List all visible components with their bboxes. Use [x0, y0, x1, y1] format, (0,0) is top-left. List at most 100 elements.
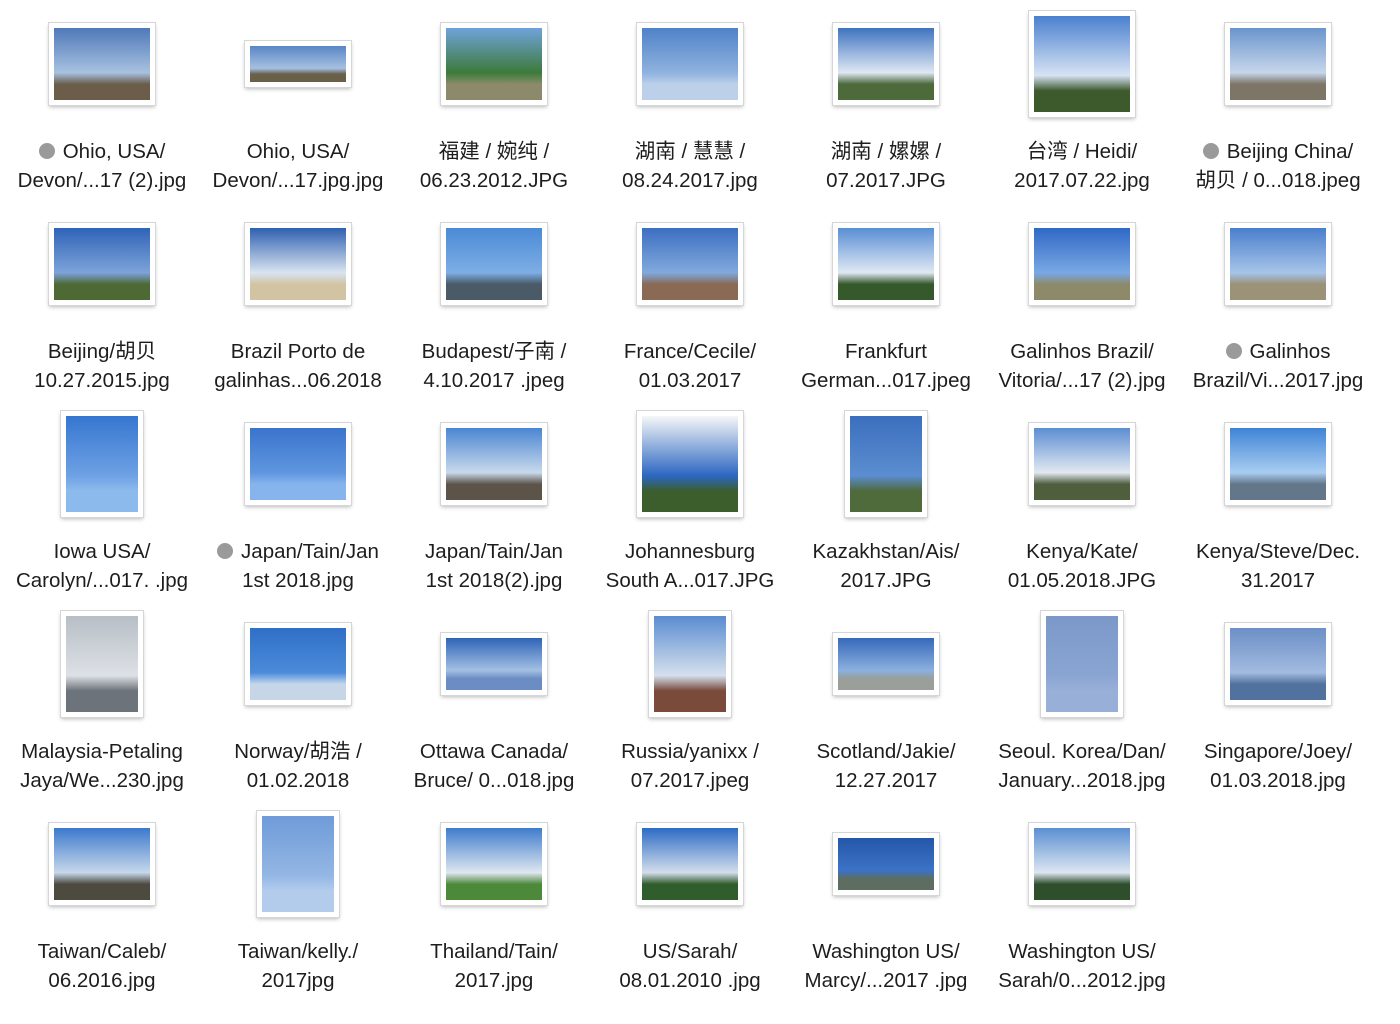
thumbnail-frame	[200, 404, 396, 524]
file-name-line-2: 31.2017	[1240, 568, 1316, 592]
image-thumbnail[interactable]	[257, 811, 339, 917]
image-thumbnail[interactable]	[1225, 223, 1331, 305]
image-thumbnail[interactable]	[649, 611, 731, 717]
thumbnail-frame	[1180, 204, 1376, 324]
image-thumbnail[interactable]	[1225, 423, 1331, 505]
file-item[interactable]: Thailand/Tain/2017.jpg	[396, 804, 592, 1004]
image-thumbnail[interactable]	[1029, 11, 1135, 117]
file-item[interactable]: 福建 / 婉纯 / 06.23.2012.JPG	[396, 4, 592, 204]
image-thumbnail[interactable]	[845, 411, 927, 517]
image-thumbnail[interactable]	[245, 623, 351, 705]
file-item[interactable]: Iowa USA/Carolyn/...017. .jpg	[4, 404, 200, 604]
image-thumbnail[interactable]	[441, 23, 547, 105]
image-thumbnail[interactable]	[1029, 423, 1135, 505]
image-thumbnail[interactable]	[441, 633, 547, 695]
file-item[interactable]: Kazakhstan/Ais/2017.JPG	[788, 404, 984, 604]
file-item[interactable]: 湖南 / 嫘嫘 / 07.2017.JPG	[788, 4, 984, 204]
file-item[interactable]: Japan/Tain/Jan 1st 2018.jpg	[200, 404, 396, 604]
file-item[interactable]: Kenya/Kate/01.05.2018.JPG	[984, 404, 1180, 604]
file-item[interactable]: Frankfurt German...017.jpeg	[788, 204, 984, 404]
image-thumbnail[interactable]	[441, 423, 547, 505]
file-name-line-1: Beijing China/	[1184, 138, 1372, 167]
image-thumbnail[interactable]	[637, 23, 743, 105]
image-thumbnail[interactable]	[833, 223, 939, 305]
image-thumbnail[interactable]	[833, 833, 939, 895]
image-thumbnail[interactable]	[1029, 223, 1135, 305]
file-item[interactable]: Seoul. Korea/Dan/January...2018.jpg	[984, 604, 1180, 804]
file-item[interactable]: Kenya/Steve/Dec. 31.2017	[1180, 404, 1376, 604]
file-item[interactable]: Russia/yanixx / 07.2017.jpeg	[592, 604, 788, 804]
file-name-line-2: 2017.jpg	[454, 968, 534, 992]
file-name-line-2: Jaya/We...230.jpg	[20, 768, 184, 792]
file-item[interactable]: Beijing/胡贝 10.27.2015.jpg	[4, 204, 200, 404]
image-thumbnail[interactable]	[49, 823, 155, 905]
thumbnail-frame	[1180, 604, 1376, 724]
file-name-label: Beijing China/胡贝 / 0...018.jpeg	[1184, 138, 1372, 195]
file-name-label: Washington US/Sarah/0...2012.jpg	[988, 938, 1176, 995]
file-item[interactable]: Taiwan/Caleb/06.2016.jpg	[4, 804, 200, 1004]
file-name-line-2: 07.2017.JPG	[826, 168, 946, 192]
file-item[interactable]: Johannesburg South A...017.JPG	[592, 404, 788, 604]
image-thumbnail[interactable]	[1225, 23, 1331, 105]
image-thumbnail[interactable]	[1041, 611, 1123, 717]
image-thumbnail[interactable]	[833, 633, 939, 695]
file-item[interactable]: Ottawa Canada/Bruce/ 0...018.jpg	[396, 604, 592, 804]
image-thumbnail[interactable]	[61, 611, 143, 717]
file-name-text-1: Taiwan/Caleb/	[37, 940, 167, 963]
image-thumbnail[interactable]	[245, 41, 351, 87]
file-name-label: Scotland/Jakie/12.27.2017	[792, 738, 980, 795]
file-item[interactable]: Galinhos Brazil/Vitoria/...17 (2).jpg	[984, 204, 1180, 404]
image-thumbnail[interactable]	[61, 411, 143, 517]
file-item[interactable]: Washington US/Sarah/0...2012.jpg	[984, 804, 1180, 1004]
file-item[interactable]: Budapest/子南 / 4.10.2017 .jpeg	[396, 204, 592, 404]
file-name-text-1: Beijing China/	[1226, 140, 1354, 163]
file-item[interactable]: Singapore/Joey/01.03.2018.jpg	[1180, 604, 1376, 804]
image-thumbnail[interactable]	[637, 223, 743, 305]
image-thumbnail[interactable]	[49, 223, 155, 305]
file-item[interactable]: Brazil Porto de galinhas...06.2018	[200, 204, 396, 404]
file-name-line-1: Malaysia-Petaling	[8, 738, 196, 767]
file-name-line-1: Russia/yanixx /	[596, 738, 784, 767]
image-thumbnail[interactable]	[637, 823, 743, 905]
image-thumbnail[interactable]	[245, 223, 351, 305]
file-item[interactable]: Scotland/Jakie/12.27.2017	[788, 604, 984, 804]
image-thumbnail[interactable]	[245, 423, 351, 505]
file-item[interactable]: US/Sarah/08.01.2010 .jpg	[592, 804, 788, 1004]
file-item[interactable]: Norway/胡浩 / 01.02.2018	[200, 604, 396, 804]
file-name-line-1: Beijing/胡贝	[8, 338, 196, 367]
file-item[interactable]: Malaysia-Petaling Jaya/We...230.jpg	[4, 604, 200, 804]
file-name-text-1: 湖南 / 慧慧 /	[634, 140, 746, 163]
file-name-line-1: Norway/胡浩 /	[204, 738, 392, 767]
image-thumbnail[interactable]	[441, 823, 547, 905]
file-name-line-1: Ohio, USA/	[8, 138, 196, 167]
image-thumbnail[interactable]	[49, 23, 155, 105]
image-thumbnail[interactable]	[1225, 623, 1331, 705]
file-name-line-2: Sarah/0...2012.jpg	[998, 968, 1166, 992]
thumbnail-frame	[200, 604, 396, 724]
file-item[interactable]: 湖南 / 慧慧 / 08.24.2017.jpg	[592, 4, 788, 204]
file-name-label: Thailand/Tain/2017.jpg	[400, 938, 588, 995]
file-name-line-1: Brazil Porto de	[204, 338, 392, 367]
file-item[interactable]: Ohio, USA/Devon/...17 (2).jpg	[4, 4, 200, 204]
file-item[interactable]: Beijing China/胡贝 / 0...018.jpeg	[1180, 4, 1376, 204]
thumbnail-frame	[984, 4, 1180, 124]
file-name-line-1: Singapore/Joey/	[1184, 738, 1372, 767]
file-name-text-1: Thailand/Tain/	[430, 940, 558, 963]
file-name-line-2: 2017jpg	[261, 968, 335, 992]
image-thumbnail[interactable]	[637, 411, 743, 517]
file-name-line-2: Brazil/Vi...2017.jpg	[1192, 368, 1364, 392]
file-item[interactable]: Ohio, USA/Devon/...17.jpg.jpg	[200, 4, 396, 204]
file-item[interactable]: Washington US/Marcy/...2017 .jpg	[788, 804, 984, 1004]
file-name-text-1: Galinhos Brazil/	[1010, 340, 1154, 363]
file-name-line-1: Seoul. Korea/Dan/	[988, 738, 1176, 767]
image-thumbnail[interactable]	[1029, 823, 1135, 905]
image-thumbnail[interactable]	[833, 23, 939, 105]
file-item[interactable]: 台湾 / Heidi/2017.07.22.jpg	[984, 4, 1180, 204]
file-name-text-1: Ottawa Canada/	[419, 740, 569, 763]
file-item[interactable]: Taiwan/kelly./ 2017jpg	[200, 804, 396, 1004]
image-thumbnail[interactable]	[441, 223, 547, 305]
file-item[interactable]: France/Cecile/01.03.2017	[592, 204, 788, 404]
file-item[interactable]: Galinhos Brazil/Vi...2017.jpg	[1180, 204, 1376, 404]
file-item[interactable]: Japan/Tain/Jan 1st 2018(2).jpg	[396, 404, 592, 604]
file-name-line-2: 2017.JPG	[840, 568, 932, 592]
